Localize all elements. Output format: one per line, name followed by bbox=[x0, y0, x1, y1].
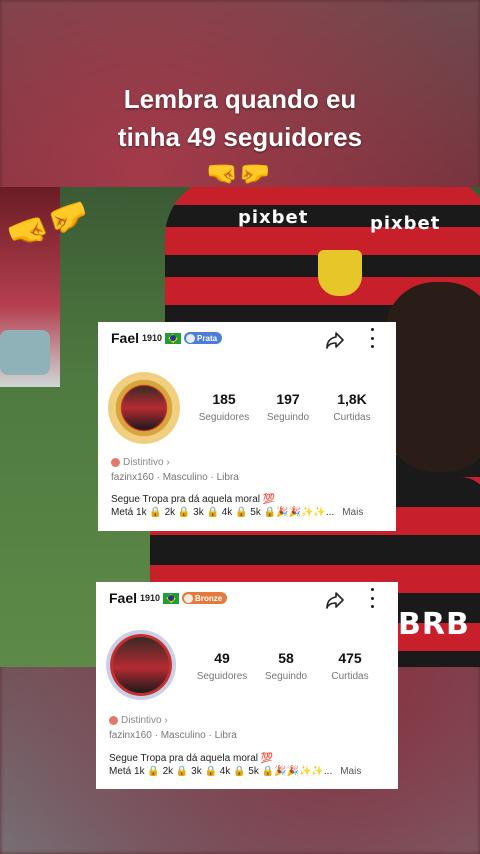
profile-name-suffix: 1910 bbox=[140, 593, 161, 603]
more-bio-button[interactable]: Mais bbox=[340, 766, 361, 777]
stat-followers-value: 185 bbox=[212, 391, 236, 407]
avatar-photo bbox=[113, 637, 169, 693]
profile-name-row: Fael 1910 Bronze bbox=[109, 590, 228, 606]
stat-following[interactable]: 197 Seguindo bbox=[256, 391, 320, 423]
bio-line-1: Segue Tropa pra dá aquela moral 💯 bbox=[109, 753, 274, 764]
avatar-gold-frame[interactable] bbox=[108, 372, 180, 444]
tier-icon bbox=[184, 593, 194, 603]
stat-likes[interactable]: 1,8K Curtidas bbox=[320, 391, 384, 423]
stat-following-value: 197 bbox=[276, 391, 300, 407]
bio-line-2: Metá 1k 🔒 2k 🔒 3k 🔒 4k 🔒 5k 🔒🎉🎉✨✨... Mais bbox=[111, 507, 363, 518]
player-head bbox=[385, 282, 480, 472]
share-icon[interactable] bbox=[325, 330, 345, 350]
caption-line-1: Lembra quando eu bbox=[123, 84, 357, 114]
caption-line-2: tinha 49 seguidores bbox=[117, 122, 363, 152]
tier-label: Prata bbox=[197, 333, 218, 343]
profile-name-row: Fael 1910 Prata bbox=[111, 330, 223, 346]
brazil-flag-icon bbox=[165, 332, 182, 344]
stat-followers[interactable]: 49 Seguidores bbox=[190, 650, 254, 682]
tier-badge[interactable]: Prata bbox=[184, 332, 223, 344]
avatar-silver-frame[interactable] bbox=[106, 630, 176, 700]
stat-likes-label: Curtidas bbox=[331, 671, 369, 682]
more-options-icon[interactable] bbox=[369, 588, 375, 608]
more-options-icon[interactable] bbox=[369, 328, 375, 348]
stat-following-label: Seguindo bbox=[264, 671, 308, 682]
stat-followers-label: Seguidores bbox=[198, 412, 250, 423]
tier-icon bbox=[186, 333, 196, 343]
sponsor-logo-bottom: BRB bbox=[398, 607, 470, 642]
fist-bump-emoji: 🤜🤛 bbox=[206, 158, 271, 188]
stat-likes-label: Curtidas bbox=[333, 412, 371, 423]
distintivo-icon bbox=[111, 458, 120, 467]
profile-meta: fazinx160 · Masculino · Libra bbox=[109, 730, 237, 741]
share-icon[interactable] bbox=[325, 590, 345, 610]
tier-label: Bronze bbox=[195, 593, 223, 603]
profile-card-old: Fael 1910 Bronze 49 Seguidores 58 Seguindo … bbox=[96, 582, 398, 789]
stat-following[interactable]: 58 Seguindo bbox=[254, 650, 318, 682]
profile-name: Fael bbox=[111, 330, 140, 346]
more-bio-button[interactable]: Mais bbox=[342, 507, 363, 518]
stat-following-value: 58 bbox=[278, 650, 294, 666]
profile-stats: 49 Seguidores 58 Seguindo 475 Curtidas bbox=[190, 650, 382, 682]
profile-stats: 185 Seguidores 197 Seguindo 1,8K Curtidas bbox=[192, 391, 384, 423]
stat-followers-value: 49 bbox=[214, 650, 230, 666]
stat-followers-label: Seguidores bbox=[196, 671, 248, 682]
sponsor-logo-left: pixbet bbox=[238, 207, 309, 228]
profile-meta: fazinx160 · Masculino · Libra bbox=[111, 472, 239, 483]
stat-likes[interactable]: 475 Curtidas bbox=[318, 650, 382, 682]
distintivo-icon bbox=[109, 716, 118, 725]
stat-followers[interactable]: 185 Seguidores bbox=[192, 391, 256, 423]
bio-line-2-text: Metá 1k 🔒 2k 🔒 3k 🔒 4k 🔒 5k 🔒🎉🎉✨✨... bbox=[109, 766, 333, 777]
avatar-photo bbox=[122, 386, 166, 430]
distintivo-label: Distintivo › bbox=[123, 457, 170, 468]
distintivo-link[interactable]: Distintivo › bbox=[109, 715, 168, 726]
bio-line-2: Metá 1k 🔒 2k 🔒 3k 🔒 4k 🔒 5k 🔒🎉🎉✨✨... Mais bbox=[109, 766, 361, 777]
stat-likes-value: 475 bbox=[338, 650, 362, 666]
brazil-flag-icon bbox=[163, 592, 180, 604]
jersey-badge bbox=[318, 250, 362, 296]
player-boot bbox=[0, 330, 50, 375]
profile-name: Fael bbox=[109, 590, 138, 606]
stat-likes-value: 1,8K bbox=[337, 391, 367, 407]
profile-card-current: Fael 1910 Prata 185 Seguidores 197 Seguindo… bbox=[98, 322, 396, 531]
bio-line-1: Segue Tropa pra dá aquela moral 💯 bbox=[111, 494, 276, 505]
tier-badge[interactable]: Bronze bbox=[182, 592, 228, 604]
distintivo-label: Distintivo › bbox=[121, 715, 168, 726]
sponsor-logo-right: pixbet bbox=[370, 213, 441, 234]
distintivo-link[interactable]: Distintivo › bbox=[111, 457, 170, 468]
profile-name-suffix: 1910 bbox=[142, 333, 163, 343]
bio-line-2-text: Metá 1k 🔒 2k 🔒 3k 🔒 4k 🔒 5k 🔒🎉🎉✨✨... bbox=[111, 507, 335, 518]
stat-following-label: Seguindo bbox=[266, 412, 310, 423]
